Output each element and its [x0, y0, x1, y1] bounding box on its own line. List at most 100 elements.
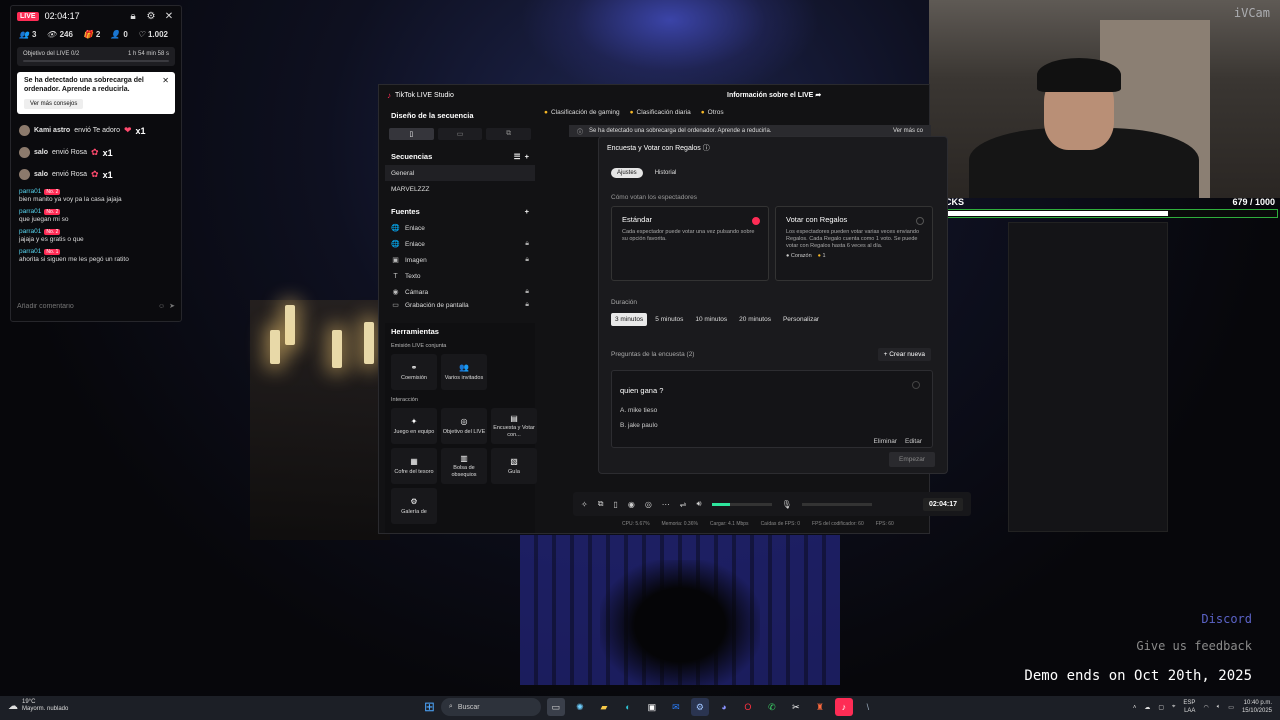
multi-guest-tool[interactable]: 👥 Varios invitados	[441, 354, 487, 390]
taskbar-search[interactable]: ⌕ Buscar	[440, 698, 541, 716]
treasure-chest-tool[interactable]: ▦ Cofre del tesoro	[391, 448, 437, 484]
lock-icon[interactable]: 🔒︎	[525, 256, 529, 264]
more-tips-button[interactable]: Ver más consejos	[24, 98, 84, 109]
file-explorer-icon[interactable]: ▰	[595, 698, 613, 716]
windows-start-icon[interactable]: ⊞	[424, 699, 435, 715]
lock-icon[interactable]: 🔒︎	[525, 288, 529, 296]
notice-more-link[interactable]: Ver más co	[893, 128, 923, 134]
source-item[interactable]: ▭ Grabación de pantalla 🔒︎	[385, 300, 535, 310]
add-source-icon[interactable]: +	[525, 207, 529, 216]
network-icon[interactable]: ▢	[1158, 704, 1164, 711]
task-view-icon[interactable]: ▭	[546, 698, 565, 716]
volume-slider[interactable]	[711, 502, 772, 506]
emoji-icon[interactable]: ☺	[158, 303, 165, 310]
delete-button[interactable]: Eliminar	[874, 438, 897, 445]
radio-unselected[interactable]	[916, 217, 924, 225]
sequence-item[interactable]: General	[385, 165, 535, 181]
opera-icon[interactable]: O	[739, 698, 757, 716]
mic-slider[interactable]	[801, 502, 872, 506]
tab-history[interactable]: Historial	[649, 168, 683, 178]
battery-icon[interactable]: ▭	[1228, 704, 1234, 711]
gift-bag-tool[interactable]: ▥ Bolsa de obsequios	[441, 448, 487, 484]
edge-icon[interactable]: ◐	[619, 698, 637, 716]
live-goal[interactable]: Objetivo del LIVE 0/2 1 h 54 min 58 s	[17, 47, 175, 66]
duration-option[interactable]: 20 minutos	[735, 313, 775, 326]
layout-icon[interactable]: ⧉	[598, 499, 604, 509]
poll-question-card[interactable]: quien gana ? A. mike tieso B. jake paulo…	[611, 370, 933, 448]
share-icon: ➦	[815, 92, 822, 99]
source-item[interactable]: ◉ Cámara 🔒︎	[385, 284, 535, 300]
close-icon[interactable]: ✕	[163, 11, 175, 22]
radio-selected[interactable]	[752, 217, 760, 225]
guide-tool[interactable]: ▧ Guía	[491, 448, 537, 484]
poll-tool[interactable]: ▤ Encuesta y Votar con...	[491, 408, 537, 444]
chevron-up-icon[interactable]: ˄	[1133, 705, 1137, 711]
live-goal-tool[interactable]: ◎ Objetivo del LIVE	[441, 408, 487, 444]
list-icon[interactable]: ☰	[514, 152, 521, 161]
camera-icon[interactable]: ◎	[645, 500, 652, 509]
dual-layout-tab[interactable]: ⧉	[486, 128, 532, 140]
source-item[interactable]: T Texto	[385, 268, 535, 284]
tiktok-studio-icon[interactable]: ♪	[834, 698, 853, 716]
phone-icon[interactable]: ▯	[613, 500, 617, 509]
lock-icon[interactable]: 🔒︎	[127, 11, 139, 22]
location-icon[interactable]: ⌖	[1172, 704, 1175, 711]
capcut-icon[interactable]: ✂	[787, 698, 805, 716]
vote-option-standard[interactable]: Estándar Cada espectador puede votar una…	[611, 206, 769, 281]
app-icon[interactable]: \	[859, 698, 877, 716]
more-icon[interactable]: ⋯	[662, 500, 670, 509]
category-gaming-ranking[interactable]: ● Clasificación de gaming	[544, 109, 620, 116]
source-item[interactable]: 🌐 Enlace	[385, 220, 535, 236]
store-icon[interactable]: ▣	[643, 698, 661, 716]
wifi-icon[interactable]: ◠	[1203, 704, 1208, 711]
portrait-layout-tab[interactable]: ▯	[389, 128, 434, 140]
outlook-icon[interactable]: ✉	[667, 698, 685, 716]
discord-icon[interactable]: ◕	[715, 698, 733, 716]
close-icon[interactable]: ✕	[162, 76, 169, 85]
speaker-icon[interactable]: 🔈︎	[1217, 704, 1221, 711]
steam-icon[interactable]: ⚙	[690, 698, 709, 716]
question-radio[interactable]	[912, 381, 920, 389]
category-daily-ranking[interactable]: ● Clasificación diaria	[630, 109, 691, 116]
send-icon[interactable]: ➤	[169, 302, 175, 310]
record-icon[interactable]: ◉	[628, 500, 635, 509]
sequence-item[interactable]: MARVELZZZ	[385, 181, 535, 197]
speaker-icon[interactable]: 🔊︎	[697, 499, 702, 509]
add-sequence-icon[interactable]: +	[525, 152, 529, 161]
start-button[interactable]: Empezar	[888, 452, 935, 467]
landscape-layout-tab[interactable]: ▭	[437, 128, 483, 140]
weather-widget[interactable]: ☁ 19°C Mayorm. nublado	[8, 699, 68, 713]
settings-sliders-icon[interactable]: ⇌	[680, 500, 687, 509]
studio-right-panel	[1008, 222, 1168, 532]
gift-gallery-tool[interactable]: ⚙ Galería de	[391, 488, 437, 524]
language-indicator[interactable]: ESP LAA	[1183, 700, 1195, 715]
onedrive-icon[interactable]: ☁	[1144, 704, 1150, 711]
duration-option[interactable]: 5 minutos	[651, 313, 687, 326]
lock-icon[interactable]: 🔒︎	[525, 240, 529, 248]
duration-custom[interactable]: Personalizar	[779, 313, 823, 326]
taskbar-clock[interactable]: 10:40 p.m. 15/10/2025	[1242, 700, 1272, 715]
source-item[interactable]: ▣ Imagen 🔒︎	[385, 252, 535, 268]
vote-option-gifts[interactable]: Votar con Regalos Los espectadores puede…	[775, 206, 933, 281]
gear-icon[interactable]: ⚙	[145, 11, 157, 22]
help-icon[interactable]: ⓘ	[703, 145, 710, 152]
effects-icon[interactable]: ✧	[581, 500, 588, 509]
feedback-link[interactable]: Give us feedback	[1136, 639, 1252, 653]
duration-option[interactable]: 10 minutos	[691, 313, 731, 326]
team-game-tool[interactable]: ✦ Juego en equipo	[391, 408, 437, 444]
create-new-button[interactable]: + Crear nueva	[877, 348, 931, 361]
whatsapp-icon[interactable]: ✆	[763, 698, 781, 716]
microphone-icon[interactable]: 🎙︎	[782, 500, 792, 509]
copilot-icon[interactable]: ✺	[571, 698, 589, 716]
source-item[interactable]: 🌐 Enlace 🔒︎	[385, 236, 535, 252]
lock-icon[interactable]: 🔒︎	[525, 301, 529, 309]
live-info-link[interactable]: Información sobre el LIVE ➦	[727, 91, 821, 99]
category-others[interactable]: ● Otros	[701, 109, 724, 116]
edit-button[interactable]: Editar	[905, 438, 922, 445]
comment-input[interactable]	[17, 302, 154, 310]
tab-settings[interactable]: Ajustes	[611, 168, 643, 178]
game-icon[interactable]: ♜	[811, 698, 829, 716]
cohost-tool[interactable]: ⚭ Coemisión	[391, 354, 437, 390]
discord-link[interactable]: Discord	[1201, 612, 1252, 626]
duration-option[interactable]: 3 minutos	[611, 313, 648, 326]
